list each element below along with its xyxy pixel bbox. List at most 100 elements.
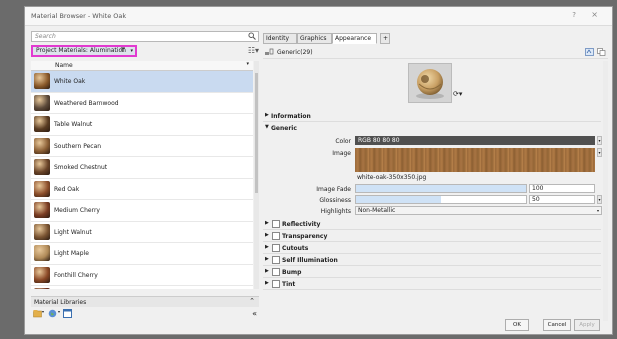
library-label: Project Materials: Alumination: [36, 47, 126, 54]
list-item[interactable]: Southern Pecan: [31, 136, 253, 157]
image-swatch[interactable]: [355, 148, 595, 172]
image-fade-label: Image Fade: [316, 186, 351, 193]
tab-appearance[interactable]: Appearance: [332, 33, 377, 44]
tab-graphics[interactable]: Graphics: [297, 33, 332, 44]
title-bar: Material Browser - White Oak ? ×: [25, 7, 612, 26]
collapse-left-icon[interactable]: «: [252, 309, 257, 318]
section-transparency[interactable]: ▶ Transparency: [263, 231, 601, 242]
section-cutouts[interactable]: ▶ Cutouts: [263, 243, 601, 254]
library-bar: Project Materials: Alumination T ▾ ☷▾: [31, 45, 259, 59]
view-options-icon[interactable]: ☷▾: [248, 46, 259, 55]
list-item[interactable]: Smoked Chestnut: [31, 157, 253, 179]
duplicate-asset-icon[interactable]: [597, 48, 606, 58]
cutouts-checkbox[interactable]: [272, 244, 280, 252]
tint-checkbox[interactable]: [272, 280, 280, 288]
window-title: Material Browser - White Oak: [31, 12, 127, 20]
properties-scrollbar[interactable]: [603, 61, 608, 321]
material-libraries-bar[interactable]: Material Libraries ⌃: [31, 296, 259, 307]
color-field[interactable]: RGB 80 80 80: [355, 136, 595, 145]
material-name: Table Walnut: [54, 121, 93, 128]
material-name: Red Oak: [54, 185, 80, 193]
list-item[interactable]: English Mahogany: [31, 286, 253, 289]
section-bump-label: Bump: [282, 269, 302, 276]
list-item[interactable]: Light Maple: [31, 243, 253, 265]
material-swatch: [34, 73, 50, 89]
glossiness-options-button[interactable]: ▾: [597, 195, 602, 204]
material-swatch: [34, 266, 50, 283]
cancel-button[interactable]: Cancel: [543, 319, 571, 331]
glossiness-label: Glossiness: [319, 197, 351, 204]
ok-button[interactable]: OK: [505, 319, 529, 331]
section-bump[interactable]: ▶ Bump: [263, 267, 601, 278]
reflectivity-checkbox[interactable]: [272, 220, 280, 228]
bump-checkbox[interactable]: [272, 268, 280, 276]
list-item[interactable]: Light Walnut: [31, 222, 253, 243]
section-information-label: Information: [271, 113, 311, 120]
material-name: Fonthill Cherry: [54, 271, 98, 279]
section-self-illumination[interactable]: ▶ Self Illumination: [263, 255, 601, 266]
transparency-checkbox[interactable]: [272, 232, 280, 240]
image-options-button[interactable]: ▾: [597, 148, 602, 157]
library-dropdown[interactable]: Project Materials: Alumination T ▾: [31, 45, 137, 57]
chevron-down-icon[interactable]: ▾: [42, 309, 44, 314]
material-swatch: [34, 245, 50, 261]
self-illumination-checkbox[interactable]: [272, 256, 280, 264]
material-swatch: [34, 288, 50, 289]
section-reflectivity[interactable]: ▶ Reflectivity: [263, 219, 601, 230]
editor-panel: Identity Graphics Appearance + Generic(2…: [263, 31, 608, 329]
material-name: White Oak: [54, 78, 86, 85]
chevron-down-icon: ▾: [596, 208, 599, 213]
section-self-illumination-label: Self Illumination: [282, 257, 338, 264]
section-generic[interactable]: ▼ Generic: [263, 123, 601, 133]
section-generic-label: Generic: [271, 125, 297, 132]
list-item[interactable]: Table Walnut: [31, 114, 253, 136]
section-transparency-label: Transparency: [282, 233, 328, 240]
apply-button[interactable]: Apply: [574, 319, 600, 331]
sort-icon[interactable]: ▾: [246, 61, 249, 67]
preview-options-icon[interactable]: ⟳▾: [453, 90, 462, 98]
section-reflectivity-label: Reflectivity: [282, 221, 321, 228]
column-header[interactable]: Name ▾: [31, 61, 253, 71]
chevron-down-icon[interactable]: ▾: [130, 47, 133, 55]
close-icon[interactable]: ×: [591, 10, 598, 19]
glossiness-input[interactable]: 50: [529, 195, 595, 204]
section-information[interactable]: ▶ Information: [263, 111, 601, 122]
glossiness-slider[interactable]: [355, 195, 527, 204]
color-options-button[interactable]: ▾: [597, 136, 602, 145]
library-toolbar: ▾ ▾ «: [31, 308, 259, 320]
add-tab-button[interactable]: +: [380, 33, 390, 44]
highlights-select[interactable]: Non-Metallic ▾: [355, 206, 602, 215]
column-name: Name: [55, 62, 73, 69]
list-item[interactable]: Red Oak: [31, 179, 253, 200]
section-tint-label: Tint: [282, 281, 296, 288]
tab-identity[interactable]: Identity: [263, 33, 297, 44]
material-list: White Oak Weathered Barnwood Table Walnut S…: [31, 71, 253, 289]
material-name: Weathered Barnwood: [54, 99, 119, 107]
list-item[interactable]: Fonthill Cherry: [31, 265, 253, 286]
material-libraries-label: Material Libraries: [34, 299, 87, 306]
library-panel-icon[interactable]: [63, 309, 72, 320]
material-swatch: [34, 116, 50, 132]
section-tint[interactable]: ▶ Tint: [263, 279, 601, 290]
list-item[interactable]: Medium Cherry: [31, 200, 253, 222]
color-label: Color: [335, 138, 351, 145]
replace-asset-icon[interactable]: [585, 48, 594, 58]
list-item[interactable]: Weathered Barnwood: [31, 93, 253, 114]
chevron-down-icon[interactable]: ▾: [58, 309, 60, 314]
material-browser-window: Material Browser - White Oak ? × Search …: [24, 6, 613, 335]
search-icon[interactable]: [248, 32, 256, 41]
list-scrollbar-thumb[interactable]: [255, 73, 258, 193]
section-cutouts-label: Cutouts: [282, 245, 309, 252]
list-item[interactable]: White Oak: [31, 71, 253, 93]
image-fade-input[interactable]: 100: [529, 184, 595, 193]
help-icon[interactable]: ?: [572, 11, 576, 19]
globe-icon[interactable]: [48, 309, 57, 320]
image-fade-slider[interactable]: [355, 184, 527, 193]
highlights-label: Highlights: [320, 208, 351, 215]
material-swatch: [34, 94, 50, 111]
filter-icon[interactable]: T: [121, 47, 125, 55]
image-filename: white-oak-350x350.jpg: [357, 174, 427, 181]
collapse-icon[interactable]: ⌃: [249, 297, 255, 305]
material-name: Light Walnut: [54, 228, 92, 236]
search-input[interactable]: Search: [31, 31, 259, 42]
